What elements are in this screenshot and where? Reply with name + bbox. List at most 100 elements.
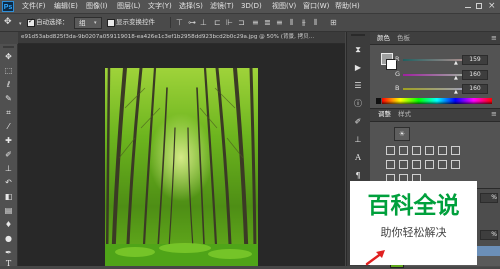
minimize-icon[interactable] — [465, 7, 471, 8]
tab-styles[interactable]: 样式 — [398, 109, 411, 119]
character-panel-icon[interactable]: A — [352, 152, 364, 164]
properties-panel-icon[interactable]: ☰ — [352, 80, 364, 92]
show-transform-label: 显示变换控件 — [116, 18, 155, 26]
green-value-field[interactable]: 160 — [462, 70, 488, 80]
auto-select-label: 自动选择： — [36, 18, 69, 26]
menu-bar: Ps 文件(F) 编辑(E) 图像(I) 图层(L) 文字(Y) 选择(S) 滤… — [0, 0, 500, 14]
info-panel-icon[interactable]: ⓘ — [352, 98, 364, 110]
red-value-field[interactable]: 159 — [462, 55, 488, 65]
history-panel-icon[interactable]: ⧗ — [352, 44, 364, 56]
invert-icon[interactable] — [438, 160, 447, 169]
color-balance-icon[interactable] — [451, 146, 460, 155]
brush-panel-icon[interactable]: ✐ — [352, 116, 364, 128]
eyedropper-tool-icon[interactable]: ⁄ — [3, 121, 14, 132]
document-tab[interactable]: e91d53abd825f3da-9b0207a059119018-ea426e… — [18, 32, 345, 44]
green-slider-thumb[interactable]: ▲ — [454, 76, 458, 81]
panel-grip[interactable] — [351, 34, 365, 36]
tab-adjustments[interactable]: 调整 — [378, 109, 391, 119]
menu-filter[interactable]: 滤镜(T) — [210, 1, 234, 12]
gradient-tool-icon[interactable]: ▤ — [3, 205, 14, 216]
curves-icon[interactable] — [399, 146, 408, 155]
photo-filter-icon[interactable] — [399, 160, 408, 169]
brush-tool-icon[interactable]: ✐ — [3, 149, 14, 160]
dodge-tool-icon[interactable]: ● — [3, 233, 14, 244]
forest-photo — [105, 68, 258, 266]
red-arrow-icon — [365, 250, 385, 266]
crop-tool-icon[interactable]: ⌗ — [3, 107, 14, 118]
maximize-icon[interactable] — [476, 3, 482, 9]
eraser-tool-icon[interactable]: ◧ — [3, 191, 14, 202]
color-lookup-icon[interactable] — [425, 160, 434, 169]
blue-slider-thumb[interactable]: ▲ — [454, 90, 458, 95]
watermark-title: 百科全说 — [367, 193, 460, 219]
levels-icon[interactable] — [386, 146, 395, 155]
vibrance-icon[interactable] — [425, 146, 434, 155]
actions-panel-icon[interactable]: ▶ — [352, 62, 364, 74]
fill-field[interactable]: % — [480, 230, 498, 240]
auto-select-dropdown[interactable]: 组 ▾ — [74, 17, 102, 29]
menu-image[interactable]: 图像(I) — [86, 1, 108, 12]
tab-swatches[interactable]: 色板 — [397, 33, 410, 43]
healing-brush-tool-icon[interactable]: ✚ — [3, 135, 14, 146]
exposure-icon[interactable] — [412, 146, 421, 155]
move-tool-icon[interactable]: ✥ — [3, 51, 14, 62]
chevron-down-icon[interactable]: ▾ — [19, 21, 22, 27]
quick-selection-tool-icon[interactable]: ✎ — [3, 93, 14, 104]
align-right-icon[interactable]: ⊐ — [238, 17, 247, 28]
distribute-right-icon[interactable]: ⫴ — [314, 17, 323, 28]
align-top-icon[interactable]: ⊤ — [176, 17, 185, 28]
clone-stamp-tool-icon[interactable]: ⊥ — [3, 163, 14, 174]
menu-view[interactable]: 视图(V) — [272, 1, 296, 12]
type-tool-icon[interactable]: T — [3, 258, 14, 269]
divider — [170, 17, 171, 28]
align-bottom-icon[interactable]: ⊥ — [200, 17, 209, 28]
red-channel-label: R — [395, 55, 400, 63]
blur-tool-icon[interactable]: ♦ — [3, 219, 14, 230]
auto-select-value: 组 — [79, 19, 86, 27]
menu-type[interactable]: 文字(Y) — [148, 1, 172, 12]
red-slider-thumb[interactable]: ▲ — [454, 61, 458, 66]
auto-select-checkbox[interactable]: ✓ — [27, 17, 35, 27]
photoshop-logo: Ps — [2, 1, 14, 12]
distribute-hcenter-icon[interactable]: ⫵ — [302, 17, 311, 28]
align-hcenter-icon[interactable]: ⊩ — [226, 17, 235, 28]
menu-select[interactable]: 选择(S) — [179, 1, 203, 12]
panel-menu-icon[interactable]: ≡ — [491, 33, 497, 43]
menu-3d[interactable]: 3D(D) — [241, 1, 262, 12]
distribute-bottom-icon[interactable]: ≡ — [276, 17, 285, 28]
menu-layer[interactable]: 图层(L) — [117, 1, 140, 12]
black-swatch[interactable] — [376, 98, 381, 104]
marquee-tool-icon[interactable]: ⬚ — [3, 65, 14, 76]
chevron-down-icon: ▾ — [94, 20, 97, 26]
auto-align-icon[interactable]: ⊞ — [330, 17, 339, 28]
distribute-left-icon[interactable]: ⫴ — [290, 17, 299, 28]
posterize-icon[interactable] — [451, 160, 460, 169]
channel-mixer-icon[interactable] — [412, 160, 421, 169]
black-white-icon[interactable] — [386, 160, 395, 169]
distribute-top-icon[interactable]: ≡ — [252, 17, 261, 28]
pen-tool-icon[interactable]: ✒ — [3, 247, 14, 258]
brightness-contrast-icon[interactable]: ☀ — [394, 127, 410, 141]
menu-file[interactable]: 文件(F) — [22, 1, 46, 12]
align-left-icon[interactable]: ⊏ — [214, 17, 223, 28]
panel-menu-icon[interactable]: ≡ — [491, 109, 497, 119]
show-transform-checkbox[interactable] — [107, 19, 115, 27]
move-tool-preset-icon[interactable]: ✥ — [4, 17, 17, 28]
document-tab-title: e91d53abd825f3da-9b0207a059119018-ea426e… — [21, 34, 315, 40]
menu-window[interactable]: 窗口(W) — [303, 1, 329, 12]
menu-edit[interactable]: 编辑(E) — [54, 1, 78, 12]
opacity-field[interactable]: % — [480, 193, 498, 203]
tools-panel: ✥ ⬚ ℓ ✎ ⌗ ⁄ ✚ ✐ ⊥ ↶ ◧ ▤ ♦ ● ✒ T — [0, 44, 18, 269]
distribute-vcenter-icon[interactable]: ≣ — [264, 17, 273, 28]
blue-value-field[interactable]: 160 — [462, 84, 488, 94]
forest-image — [105, 68, 258, 266]
align-vcenter-icon[interactable]: ⊶ — [188, 17, 197, 28]
lasso-tool-icon[interactable]: ℓ — [3, 79, 14, 90]
panel-grip[interactable] — [3, 46, 14, 48]
tab-color[interactable]: 颜色 — [377, 33, 390, 43]
menu-help[interactable]: 帮助(H) — [335, 1, 360, 12]
hue-saturation-icon[interactable] — [438, 146, 447, 155]
close-icon[interactable]: × — [488, 0, 496, 12]
history-brush-tool-icon[interactable]: ↶ — [3, 177, 14, 188]
clone-source-panel-icon[interactable]: ⊥ — [352, 134, 364, 146]
